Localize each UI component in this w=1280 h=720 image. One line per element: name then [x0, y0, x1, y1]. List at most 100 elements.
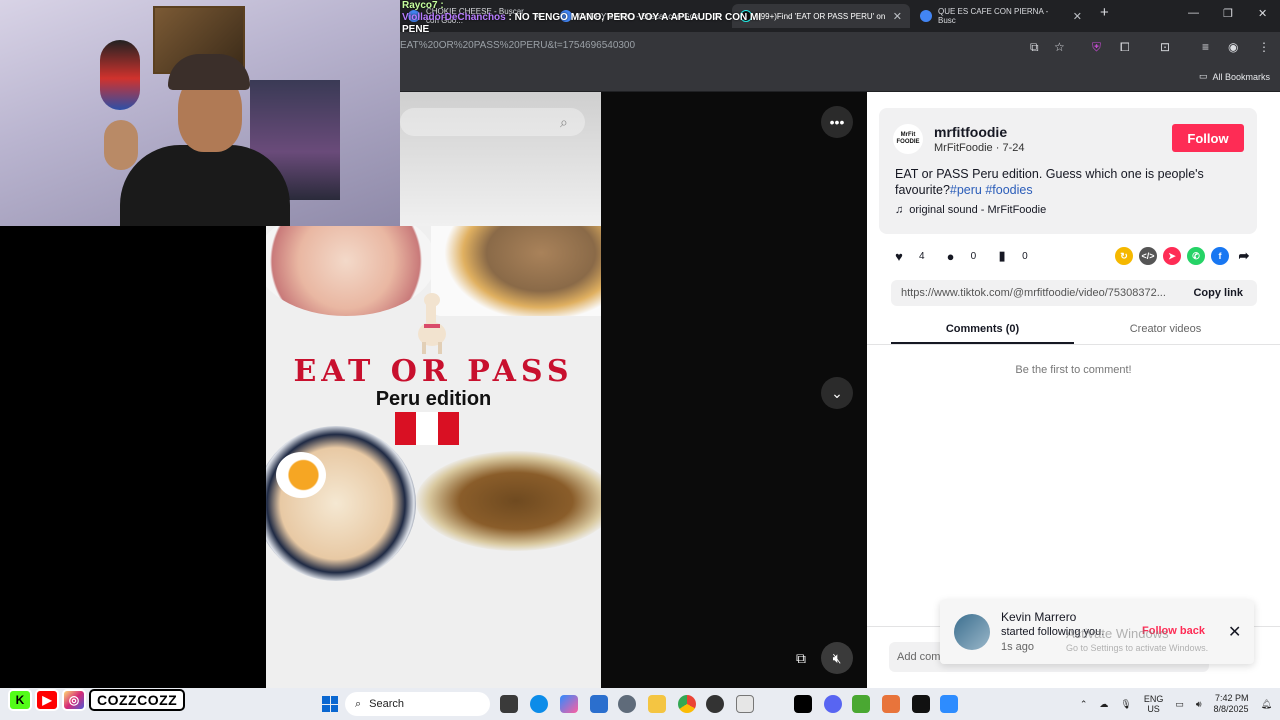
video-player[interactable]: EAT OR PASS Peru edition: [266, 226, 601, 688]
windows-taskbar: K ▶ ◎ COZZCOZZ ⌕ Search ⌃ ☁ 🎙︎ ENG US ▭ …: [0, 688, 1280, 720]
menu-icon[interactable]: ⋮: [1258, 40, 1270, 54]
google-icon: [920, 10, 932, 22]
whatsapp-icon[interactable]: ✆: [1187, 247, 1205, 265]
sound-name: original sound - MrFitFoodie: [909, 204, 1047, 216]
description-text: EAT or PASS Peru edition. Guess which on…: [895, 167, 1204, 197]
minimize-icon[interactable]: —: [1188, 7, 1199, 19]
creator-avatar[interactable]: MrFit FOODIE: [893, 124, 923, 154]
language-indicator[interactable]: ENG US: [1144, 694, 1164, 714]
save-count: 0: [1022, 250, 1028, 262]
edge-icon[interactable]: [530, 695, 548, 713]
restore-icon[interactable]: ❐: [1223, 7, 1233, 20]
chevron-up-icon[interactable]: ⌃: [1080, 699, 1088, 710]
app-icon[interactable]: [882, 695, 900, 713]
music-note-icon: ♫: [895, 204, 904, 216]
follower-name: Kevin Marrero: [1001, 610, 1077, 624]
capcut-icon[interactable]: [794, 695, 812, 713]
task-view-icon[interactable]: [500, 695, 518, 713]
shield-extension-icon[interactable]: ⛨: [1092, 40, 1101, 55]
bookmark-star-icon[interactable]: ☆: [1054, 40, 1065, 54]
creator-display-name: MrFitFoodie: [934, 142, 993, 154]
store-icon[interactable]: [590, 695, 608, 713]
comment-action[interactable]: ● 0: [943, 248, 977, 264]
start-button[interactable]: [322, 696, 338, 712]
chat-message: : NO TENGO MANO, PERO VOY A APLAUDIR CON…: [508, 12, 762, 23]
next-video-button[interactable]: ⌄: [821, 377, 853, 409]
share-icons: ↻ </> ➤ ✆ f ➦: [1115, 247, 1253, 265]
creator-username[interactable]: mrfitfoodie: [934, 124, 1007, 140]
stream-chat-overlay: Rayco7 : ViolladorDeChanchos : NO TENGO …: [402, 0, 762, 36]
system-tray: ⌃ ☁ 🎙︎ ENG US ▭ 🔊︎ 7:42 PM 8/8/2025 🔔︎: [1080, 688, 1272, 720]
repost-icon[interactable]: ↻: [1115, 247, 1133, 265]
extensions-icon[interactable]: ⧠: [1120, 40, 1130, 55]
more-options-button[interactable]: •••: [821, 106, 853, 138]
sound-link[interactable]: ♫ original sound - MrFitFoodie: [895, 204, 1046, 216]
media-control-icon[interactable]: ≡: [1202, 40, 1209, 54]
profile-icon[interactable]: ◉: [1228, 40, 1238, 54]
tab-creator-videos[interactable]: Creator videos: [1074, 320, 1257, 344]
chat-username: ViolladorDeChanchos: [402, 12, 506, 23]
tab-cafe-con-pierna[interactable]: QUE ES CAFE CON PIERNA - Busc ✕: [912, 4, 1090, 28]
tab-comments[interactable]: Comments (0): [891, 320, 1074, 344]
obs-icon[interactable]: [706, 695, 724, 713]
snipping-tool-icon[interactable]: [736, 695, 754, 713]
close-icon[interactable]: ✕: [893, 10, 902, 23]
video-link[interactable]: https://www.tiktok.com/@mrfitfoodie/vide…: [901, 287, 1181, 299]
microphone-icon[interactable]: 🎙︎: [1120, 699, 1131, 710]
divider: [867, 344, 1280, 345]
facebook-icon[interactable]: f: [1211, 247, 1229, 265]
notification-bell-icon[interactable]: 🔔︎: [1261, 699, 1272, 710]
clock[interactable]: 7:42 PM 8/8/2025: [1214, 693, 1249, 715]
video-top-area: ⌕: [400, 92, 601, 226]
like-action[interactable]: ♥ 4: [891, 248, 924, 264]
new-tab-icon[interactable]: +: [1100, 4, 1109, 21]
onedrive-icon[interactable]: ☁: [1099, 699, 1108, 710]
youtube-icon: ▶: [35, 689, 59, 711]
post-info-card: MrFit FOODIE mrfitfoodie MrFitFoodie · 7…: [879, 108, 1257, 234]
hashtags[interactable]: #peru #foodies: [950, 183, 1033, 197]
heart-icon: ♥: [895, 248, 903, 264]
copilot-icon[interactable]: [560, 695, 578, 713]
network-icon[interactable]: ▭: [1175, 699, 1184, 710]
share-arrow-icon[interactable]: ➦: [1235, 247, 1253, 265]
file-explorer-icon[interactable]: [648, 695, 666, 713]
video-search-overlay: [400, 108, 585, 136]
activate-windows-watermark: Activate Windows: [1066, 626, 1169, 641]
settings-icon[interactable]: [618, 695, 636, 713]
discord-icon[interactable]: [824, 695, 842, 713]
activate-windows-hint: Go to Settings to activate Windows.: [1066, 643, 1209, 653]
window-close-icon[interactable]: ✕: [1258, 7, 1267, 20]
cast-icon[interactable]: ⧉: [1030, 40, 1039, 55]
notification-time: 1s ago: [1001, 641, 1035, 653]
photos-icon[interactable]: [940, 695, 958, 713]
ceviche-dish: [266, 226, 436, 316]
webcam-overlay: [0, 0, 400, 226]
all-bookmarks[interactable]: ▭ All Bookmarks: [1199, 71, 1270, 82]
tab-search-icon[interactable]: ⊡: [1160, 40, 1170, 54]
address-bar: EAT%20OR%20PASS%20PERU&t=1754696540300 ⧉…: [400, 32, 1280, 62]
chrome-icon[interactable]: [678, 695, 696, 713]
pip-button[interactable]: ⧉: [785, 642, 817, 674]
minecraft-icon[interactable]: [852, 695, 870, 713]
comment-icon: ●: [946, 248, 955, 264]
creator-subtitle: MrFitFoodie · 7-24: [934, 142, 1025, 154]
save-action[interactable]: ▮ 0: [994, 248, 1028, 264]
boiled-egg: [276, 452, 326, 498]
embed-icon[interactable]: </>: [1139, 247, 1157, 265]
taskbar-search[interactable]: ⌕ Search: [345, 692, 490, 716]
close-icon[interactable]: ✕: [1228, 622, 1241, 642]
mute-button[interactable]: 🔇︎: [821, 642, 853, 674]
copy-link-button[interactable]: Copy link: [1193, 287, 1243, 299]
tiktok-icon[interactable]: [912, 695, 930, 713]
post-date: 7-24: [1002, 142, 1025, 154]
streamer-brand-overlay: K ▶ ◎ COZZCOZZ: [8, 688, 186, 712]
instagram-icon: ◎: [62, 689, 86, 711]
send-icon[interactable]: ➤: [1163, 247, 1181, 265]
follow-button[interactable]: Follow: [1172, 124, 1244, 152]
chat-line: ViolladorDeChanchos : NO TENGO MANO, PER…: [402, 12, 762, 24]
url-field[interactable]: EAT%20OR%20PASS%20PERU&t=1754696540300: [400, 40, 635, 51]
eat-or-pass-title: EAT OR PASS: [293, 354, 574, 389]
volume-icon[interactable]: 🔊︎: [1196, 699, 1202, 710]
streamer-body: [120, 145, 290, 226]
close-icon[interactable]: ✕: [1073, 10, 1082, 23]
